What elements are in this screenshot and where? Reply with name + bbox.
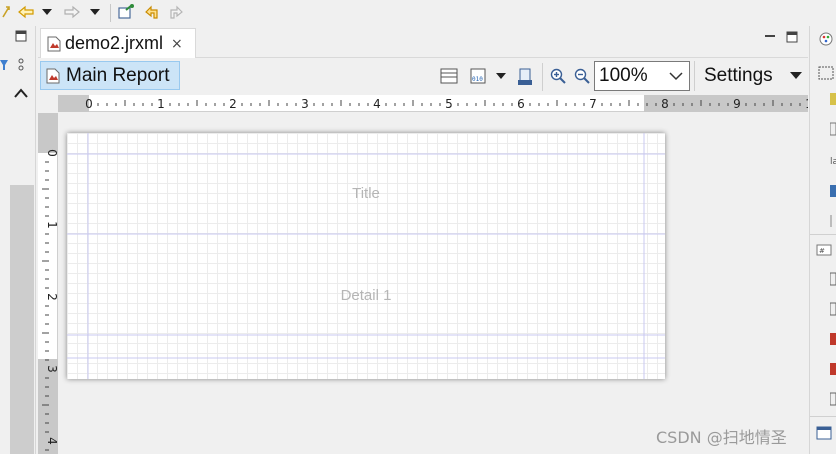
- layout-icon[interactable]: [440, 68, 458, 84]
- ruler-tick-label: 4: [45, 437, 58, 445]
- ruler-tick-label: 4: [373, 97, 381, 111]
- ruler-tick-label: 7: [589, 97, 597, 111]
- ruler-tick-label: 9: [733, 97, 741, 111]
- label-icon[interactable]: la: [830, 154, 836, 166]
- ruler-tick-label: 0: [45, 149, 58, 157]
- zoom-value: 100%: [599, 65, 648, 86]
- editor-tab-strip: demo2.jrxml ×: [38, 26, 808, 58]
- list-icon[interactable]: [830, 362, 836, 376]
- ruler-tick-label: 1: [805, 97, 808, 111]
- palette-icon[interactable]: [819, 32, 833, 46]
- svg-text:la: la: [830, 157, 836, 166]
- main-report-button[interactable]: Main Report: [40, 61, 180, 90]
- export-icon[interactable]: [518, 68, 532, 86]
- chart-icon[interactable]: [830, 272, 836, 286]
- settings-menu-button[interactable]: Settings: [704, 65, 773, 87]
- maximize-icon[interactable]: [786, 31, 798, 43]
- view-menu-icon[interactable]: [18, 58, 24, 72]
- vertical-ruler-scale: 0 1 2 3 4: [38, 113, 59, 454]
- ruler-margin-top: [38, 113, 58, 153]
- zoom-out-icon[interactable]: [574, 68, 590, 84]
- ruler-tick-label: 2: [229, 97, 237, 111]
- back-arrow-icon[interactable]: [16, 3, 36, 21]
- band-detail-label: Detail 1: [340, 287, 392, 304]
- toolbar-separator: [694, 61, 695, 91]
- palette-divider: [810, 234, 836, 235]
- undo-icon[interactable]: [142, 3, 162, 21]
- table-icon[interactable]: [830, 332, 836, 346]
- ruler-tick-label: 0: [85, 97, 93, 111]
- palette-divider: [810, 416, 836, 417]
- crosstab-icon[interactable]: [830, 302, 836, 316]
- ruler-tick-label: 5: [445, 97, 453, 111]
- tab-label: demo2.jrxml: [65, 33, 164, 53]
- maximize-icon[interactable]: [15, 30, 27, 42]
- ruler-tick-label: 1: [157, 97, 165, 111]
- redo-icon[interactable]: [166, 3, 186, 21]
- horizontal-ruler: 0 1 2 3 4 5 6 7 8 9 1: [58, 95, 836, 112]
- report-file-icon: [47, 36, 61, 51]
- minimize-icon[interactable]: [764, 33, 776, 39]
- ide-window: demo2.jrxml × Main Report 010 100% Setti…: [0, 0, 836, 454]
- tab-close-button[interactable]: ×: [171, 36, 183, 52]
- text-field-icon[interactable]: [830, 92, 836, 106]
- image-icon[interactable]: [830, 184, 836, 198]
- ruler-tick-label: 1: [45, 221, 58, 229]
- line-icon[interactable]: [830, 214, 836, 228]
- subreport-icon[interactable]: #: [816, 244, 832, 256]
- dropdown-arrow-icon[interactable]: [40, 3, 54, 21]
- tab-demo2-jrxml[interactable]: demo2.jrxml ×: [40, 28, 196, 58]
- filter-icon[interactable]: [0, 60, 8, 70]
- chevron-down-icon: [669, 72, 683, 81]
- horizontal-ruler-scale: 0 1 2 3 4 5 6 7 8 9 1: [58, 95, 836, 112]
- report-file-icon: [46, 68, 60, 83]
- band-title-label: Title: [352, 185, 380, 202]
- vertical-ruler: 0 1 2 3 4: [38, 113, 59, 454]
- ruler-tick-label: 2: [45, 293, 58, 301]
- report-editor-toolbar: Main Report 010 100% Settings: [38, 59, 808, 94]
- palette-panel: la #: [809, 26, 836, 454]
- ruler-tick-label: 3: [301, 97, 309, 111]
- dropdown-arrow-icon[interactable]: [88, 3, 102, 21]
- main-toolbar: [0, 0, 836, 26]
- ruler-tick-label: 3: [45, 365, 58, 373]
- outline-view-icon[interactable]: [816, 426, 832, 440]
- watermark: CSDN @扫地情圣: [656, 428, 787, 447]
- zoom-select[interactable]: 100%: [594, 61, 690, 91]
- main-report-label: Main Report: [66, 64, 170, 86]
- frame-icon[interactable]: [830, 122, 836, 136]
- zoom-in-icon[interactable]: [550, 68, 566, 84]
- ruler-tick-label: 8: [661, 97, 669, 111]
- toolbar-separator: [542, 63, 543, 91]
- left-panel-scrollbar[interactable]: [10, 185, 34, 454]
- rectangle-tool-icon[interactable]: [818, 66, 834, 80]
- svg-text:010: 010: [472, 76, 483, 83]
- svg-text:#: #: [819, 247, 825, 255]
- ruler-tick-label: 6: [517, 97, 525, 111]
- pin-back-icon[interactable]: [0, 3, 12, 21]
- generic-element-icon[interactable]: [830, 392, 836, 406]
- dropdown-arrow-icon[interactable]: [790, 72, 802, 79]
- external-tools-icon[interactable]: [116, 3, 136, 21]
- report-design-canvas[interactable]: Title Detail 1 CSDN @扫地情圣: [59, 113, 808, 454]
- dropdown-arrow-icon[interactable]: [496, 73, 506, 79]
- band-guides: [67, 133, 665, 379]
- report-page[interactable]: Title Detail 1: [67, 133, 665, 379]
- toolbar-separator: [110, 4, 111, 22]
- preview-icon[interactable]: 010: [470, 68, 486, 84]
- scroll-up-icon[interactable]: [14, 88, 28, 98]
- forward-arrow-icon[interactable]: [62, 3, 82, 21]
